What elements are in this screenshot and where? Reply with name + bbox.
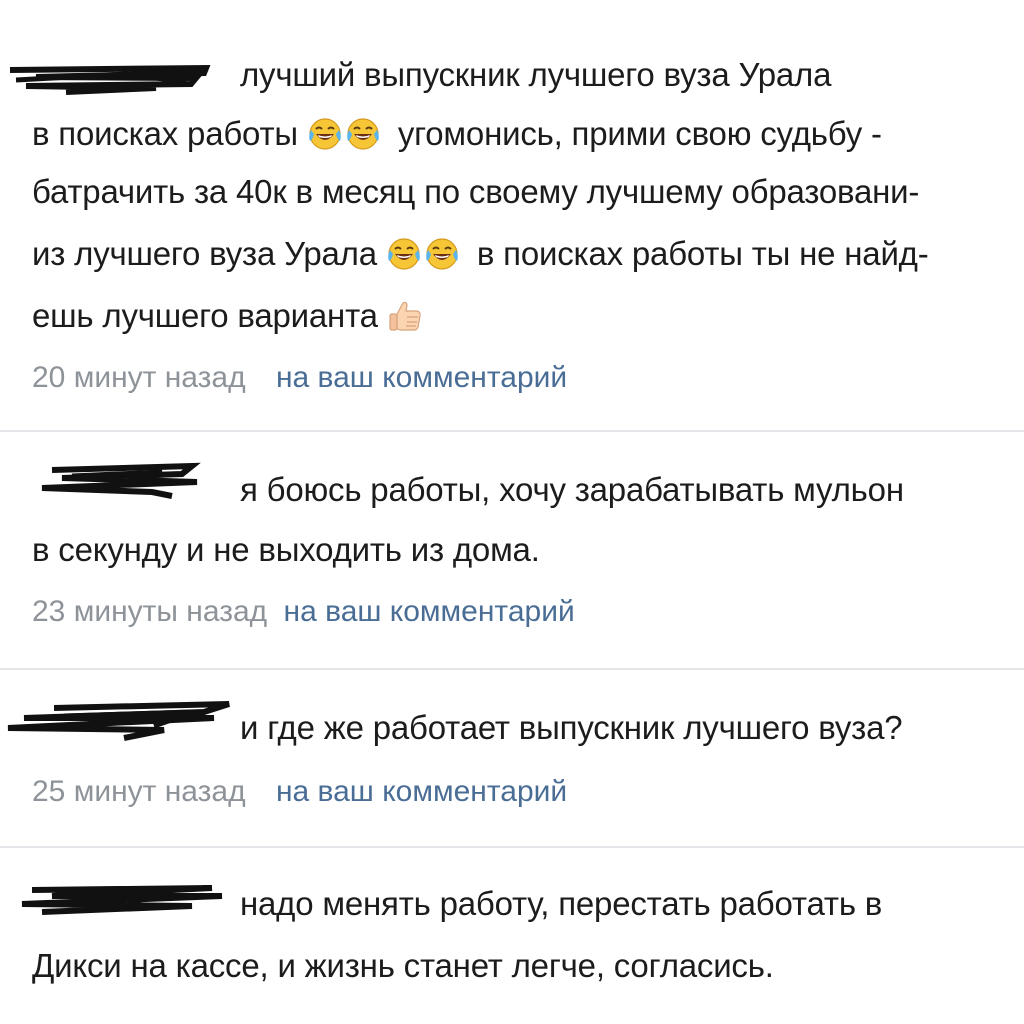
redacted-username <box>41 462 201 499</box>
face-with-tears-of-joy-icon <box>386 237 422 271</box>
comment-text-line: и где же работает выпускник лучшего вуза… <box>240 709 903 746</box>
redacted-username <box>21 885 223 915</box>
thumbs-up-icon <box>387 299 423 333</box>
reply-context-link[interactable]: на ваш комментарий <box>284 595 575 628</box>
notification-meta: 20 минут назад на ваш комментарий <box>32 360 567 396</box>
notification-meta: 25 минут назад на ваш комментарий <box>32 774 567 810</box>
comment-text-line: надо менять работу, перестать работать в <box>240 885 883 922</box>
timestamp: 23 минуты назад <box>32 595 268 628</box>
redacted-username <box>9 64 211 95</box>
comment-text-line: батрачить за 40к в месяц по своему лучше… <box>32 173 920 210</box>
comment-text-segment: из лучшего вуза Урала <box>32 235 377 272</box>
timestamp: 20 минут назад <box>32 361 246 394</box>
comment-text-line: Дикси на кассе, и жизнь станет легче, со… <box>32 947 774 984</box>
comment-text-line: в поисках работы угомонись, прими свою с… <box>32 114 1000 154</box>
comment-text-segment: в поисках работы ты не найд- <box>476 235 929 272</box>
comment-text-line: ешь лучшего варианта <box>32 296 1000 336</box>
notifications-feed: лучший выпускник лучшего вуза Урала в по… <box>0 0 1024 1024</box>
notification-meta: 23 минуты назад на ваш комментарий <box>32 594 575 630</box>
reply-context-link[interactable]: на ваш комментарий <box>276 361 567 394</box>
comment-text-segment: в поисках работы <box>32 115 298 152</box>
notification-4: надо менять работу, перестать работать в… <box>0 848 1024 1024</box>
face-with-tears-of-joy-icon <box>424 237 460 271</box>
comment-text-segment: угомонись, прими свою судьбу - <box>397 115 882 152</box>
face-with-tears-of-joy-icon <box>345 117 381 151</box>
reply-context-link[interactable]: на ваш комментарий <box>276 775 567 808</box>
comment-text-line: в секунду и не выходить из дома. <box>32 531 540 568</box>
notification-3: и где же работает выпускник лучшего вуза… <box>0 670 1024 846</box>
notification-1: лучший выпускник лучшего вуза Урала в по… <box>0 0 1024 430</box>
redacted-username <box>7 701 230 741</box>
comment-text-line: из лучшего вуза Урала в поисках работы т… <box>32 234 1000 274</box>
face-with-tears-of-joy-icon <box>307 117 343 151</box>
comment-text-line: лучший выпускник лучшего вуза Урала <box>240 56 832 93</box>
notification-2: я боюсь работы, хочу зарабатывать мульон… <box>0 432 1024 668</box>
comment-text-line: я боюсь работы, хочу зарабатывать мульон <box>240 471 904 508</box>
timestamp: 25 минут назад <box>32 775 246 808</box>
comment-text-segment: ешь лучшего варианта <box>32 297 378 334</box>
